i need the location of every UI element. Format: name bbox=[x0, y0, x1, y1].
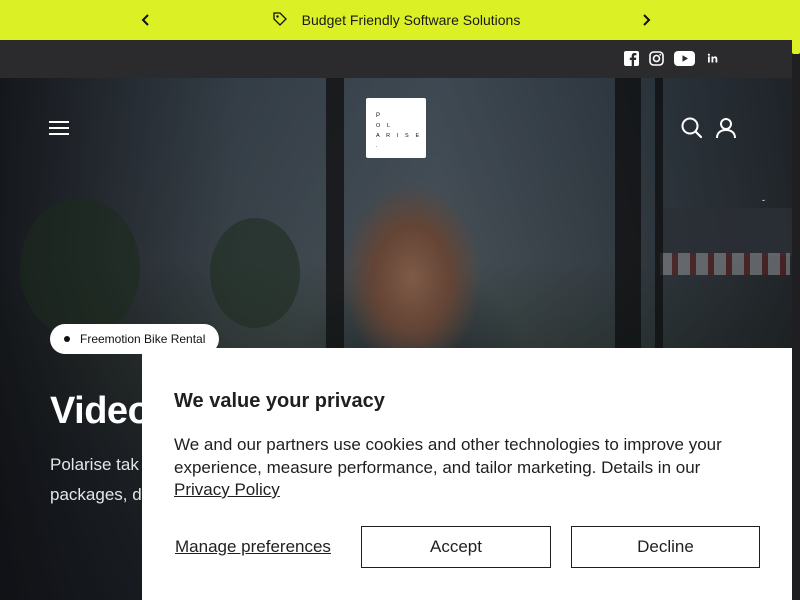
cookie-description-text: We and our partners use cookies and othe… bbox=[174, 435, 722, 477]
announcement-message: Budget Friendly Software Solutions bbox=[272, 11, 521, 30]
accept-button[interactable]: Accept bbox=[361, 526, 551, 568]
hero-title: Video bbox=[50, 390, 151, 432]
polarise-logo[interactable]: P O L A R I S E . bbox=[366, 98, 426, 158]
cookie-description: We and our partners use cookies and othe… bbox=[174, 434, 764, 502]
announcement-bar: Budget Friendly Software Solutions bbox=[0, 0, 792, 40]
hamburger-menu-icon[interactable] bbox=[49, 121, 69, 135]
youtube-icon[interactable] bbox=[674, 51, 695, 66]
chevron-left-icon[interactable] bbox=[137, 11, 155, 29]
manage-preferences-link[interactable]: Manage preferences bbox=[175, 537, 331, 557]
badge-dot bbox=[64, 336, 70, 342]
logo-line: P bbox=[376, 113, 384, 119]
logo-line: O L bbox=[376, 123, 393, 129]
social-bar bbox=[0, 40, 792, 78]
slider-indicator: - bbox=[762, 195, 765, 205]
search-icon[interactable] bbox=[680, 116, 704, 140]
hero-text-line: packages, d bbox=[50, 485, 142, 504]
decline-button[interactable]: Decline bbox=[571, 526, 760, 568]
hero-text-line: Polarise tak bbox=[50, 455, 139, 474]
tag-icon bbox=[272, 11, 288, 30]
user-icon[interactable] bbox=[714, 116, 738, 140]
logo-line: A R I S E . bbox=[376, 133, 422, 149]
cookie-banner: We value your privacy We and our partner… bbox=[142, 348, 792, 600]
announcement-text: Budget Friendly Software Solutions bbox=[301, 12, 521, 28]
instagram-icon[interactable] bbox=[649, 51, 664, 66]
cookie-title: We value your privacy bbox=[174, 390, 385, 412]
chevron-right-icon[interactable] bbox=[637, 11, 655, 29]
facebook-icon[interactable] bbox=[624, 51, 639, 66]
linkedin-icon[interactable] bbox=[705, 51, 720, 66]
scrollbar[interactable] bbox=[792, 0, 800, 600]
hero-badge-label: Freemotion Bike Rental bbox=[80, 332, 206, 346]
scrollbar-thumb[interactable] bbox=[792, 0, 800, 54]
privacy-policy-link[interactable]: Privacy Policy bbox=[174, 480, 280, 499]
